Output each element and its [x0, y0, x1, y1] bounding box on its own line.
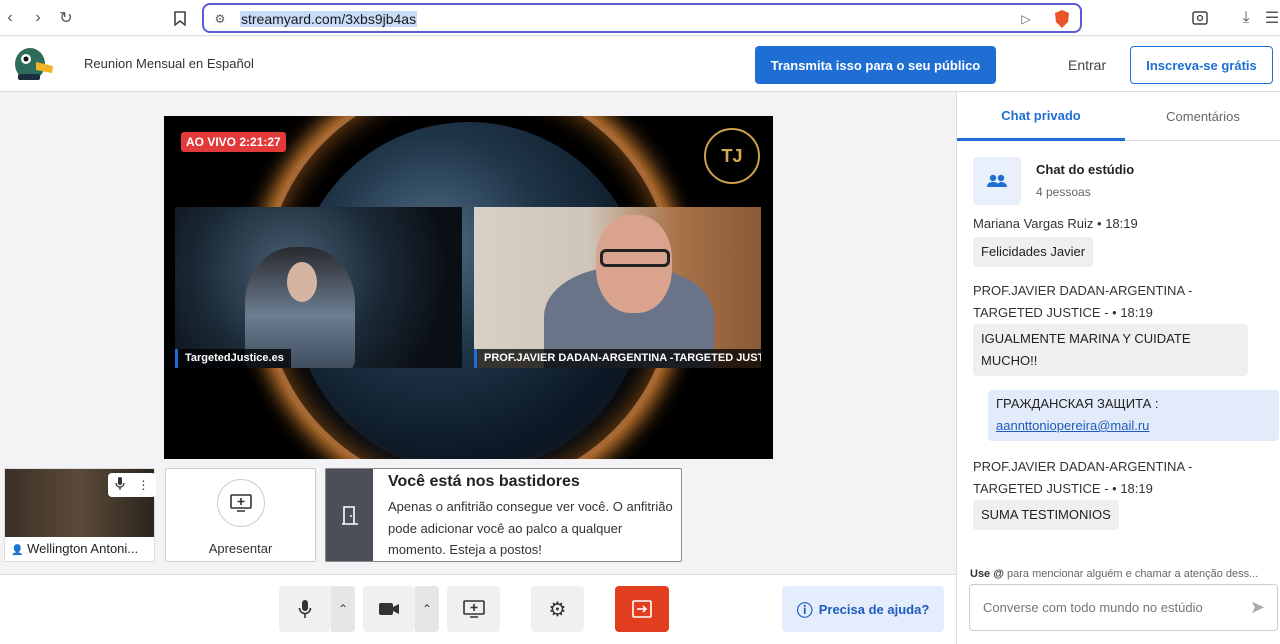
help-button[interactable]: ⓘ Precisa de ajuda? [782, 586, 944, 632]
site-settings-icon[interactable]: ⚙ [210, 9, 230, 29]
play-icon[interactable]: ▷ [1016, 9, 1036, 29]
broadcast-button[interactable]: Transmita isso para o seu público [755, 46, 996, 84]
message-bubble: SUMA TESTIMONIOS [973, 500, 1119, 530]
studio-chat-count: 4 pessoas [1036, 185, 1091, 199]
mention-hint: Use @ para mencionar alguém e chamar a a… [970, 568, 1280, 580]
message-meta: Mariana Vargas Ruiz • 18:19 [973, 216, 1138, 231]
participant-name: PROF.JAVIER DADAN-ARGENTINA -TARGETED JU… [474, 349, 761, 368]
message-author: Mariana Vargas Ruiz [973, 216, 1094, 231]
message-time: 18:19 [1120, 481, 1153, 496]
message-meta: PROF.JAVIER DADAN-ARGENTINA - TARGETED J… [973, 283, 1193, 320]
camera-button[interactable] [363, 586, 415, 632]
share-screen-button[interactable] [447, 586, 500, 632]
help-label: Precisa de ajuda? [818, 601, 930, 617]
group-icon [973, 157, 1021, 205]
chat-message-list[interactable]: Mariana Vargas Ruiz • 18:19 Felicidades … [957, 216, 1280, 562]
camera-options-chevron-icon[interactable]: ⌃ [415, 586, 439, 632]
present-button[interactable]: Apresentar [165, 468, 316, 562]
hint-text: para mencionar alguém e chamar a atenção… [1003, 568, 1259, 580]
participant-name: TargetedJustice.es [175, 349, 291, 368]
present-label: Apresentar [208, 541, 273, 556]
bookmark-icon[interactable] [170, 8, 190, 28]
back-icon[interactable]: ‹ [0, 8, 20, 28]
mic-button[interactable] [279, 586, 331, 632]
forward-icon[interactable]: › [28, 8, 48, 28]
message-time: 18:19 [1120, 305, 1153, 320]
mic-options-chevron-icon[interactable]: ⌃ [331, 586, 355, 632]
backstage-text: Apenas o anfitrião consegue ver você. O … [388, 499, 673, 557]
chat-sidebar: Chat privado Comentários Chat do estúdio… [956, 92, 1280, 644]
share-screen-icon [462, 600, 485, 618]
message-author: PROF.JAVIER DADAN-ARGENTINA - TARGETED J… [973, 283, 1193, 320]
camera-icon [379, 603, 399, 615]
message-text: ГРАЖДАНСКАЯ ЗАЩИТА : [996, 396, 1159, 411]
message-time: 18:19 [1105, 216, 1138, 231]
help-icon: ⓘ [796, 603, 813, 620]
self-name: 👤 Wellington Antoni... [11, 541, 138, 556]
mic-icon[interactable] [114, 476, 125, 494]
address-bar[interactable]: ⚙ streamyard.com/3xbs9jb4as ▷ [202, 3, 1082, 33]
chat-input[interactable] [971, 586, 1241, 629]
reader-icon[interactable] [1190, 8, 1210, 28]
present-screen-icon [217, 479, 265, 527]
settings-button[interactable]: ⚙ [531, 586, 584, 632]
reload-icon[interactable]: ↻ [56, 8, 76, 28]
signup-button[interactable]: Inscreva-se grátis [1130, 46, 1273, 84]
broadcast-title: Reunion Mensual en Español [84, 56, 254, 71]
participant-glasses [600, 249, 670, 267]
self-camera-tile[interactable]: ⋮ 👤 Wellington Antoni... [4, 468, 156, 562]
participant-face [287, 262, 317, 302]
person-icon: 👤 [11, 545, 24, 556]
login-link[interactable]: Entrar [1068, 57, 1106, 73]
email-link[interactable]: aannttoniopereira@mail.ru [996, 415, 1271, 437]
live-timer-badge: AO VIVO 2:21:27 [181, 132, 286, 152]
targeted-justice-logo: TJ [704, 128, 760, 184]
tab-private-chat[interactable]: Chat privado [957, 92, 1125, 141]
chat-input-box[interactable]: ➤ [969, 584, 1278, 631]
streamyard-logo-icon [12, 46, 54, 82]
hint-bold: Use @ [970, 568, 1004, 580]
participant-tile[interactable]: TargetedJustice.es [175, 207, 462, 368]
leave-studio-button[interactable] [615, 586, 669, 632]
backstage-notice: Você está nos bastidores Apenas o anfitr… [325, 468, 682, 562]
bottom-toolbar: ⌃ ⌃ ⚙ ⓘ Precisa de ajuda? [0, 574, 956, 644]
chat-tabs: Chat privado Comentários [957, 92, 1280, 141]
backstage-title: Você está nos bastidores [388, 473, 580, 490]
message-bubble: IGUALMENTE MARINA Y CUIDATE MUCHO!! [973, 324, 1248, 376]
studio-chat-title: Chat do estúdio [1036, 162, 1135, 177]
self-name-label: Wellington Antoni... [27, 541, 139, 556]
participant-tile[interactable]: PROF.JAVIER DADAN-ARGENTINA -TARGETED JU… [474, 207, 761, 368]
download-icon[interactable]: ⤓ [1236, 8, 1256, 28]
tab-comments[interactable]: Comentários [1125, 92, 1280, 141]
browser-toolbar: ‹ › ↻ ⚙ streamyard.com/3xbs9jb4as ▷ ⤓ ☰ [0, 0, 1280, 36]
app-header: Reunion Mensual en Español Transmita iss… [0, 37, 1280, 92]
message-meta: PROF.JAVIER DADAN-ARGENTINA - TARGETED J… [973, 459, 1193, 496]
message-author: PROF.JAVIER DADAN-ARGENTINA - TARGETED J… [973, 459, 1193, 496]
exit-icon [632, 600, 652, 618]
self-controls: ⋮ [108, 473, 156, 497]
send-icon[interactable]: ➤ [1250, 597, 1265, 618]
mic-icon [298, 600, 312, 618]
message-bubble: Felicidades Javier [973, 237, 1094, 267]
url-text[interactable]: streamyard.com/3xbs9jb4as [240, 11, 418, 27]
menu-icon[interactable]: ☰ [1262, 8, 1280, 28]
gear-icon: ⚙ [548, 598, 567, 621]
stage-canvas: AO VIVO 2:21:27 TJ TargetedJustice.es PR… [164, 116, 773, 459]
own-message-bubble: ГРАЖДАНСКАЯ ЗАЩИТА : aannttoniopereira@m… [988, 390, 1279, 441]
more-options-icon[interactable]: ⋮ [138, 478, 150, 492]
brave-shield-icon[interactable] [1052, 9, 1072, 29]
door-icon [326, 469, 373, 561]
